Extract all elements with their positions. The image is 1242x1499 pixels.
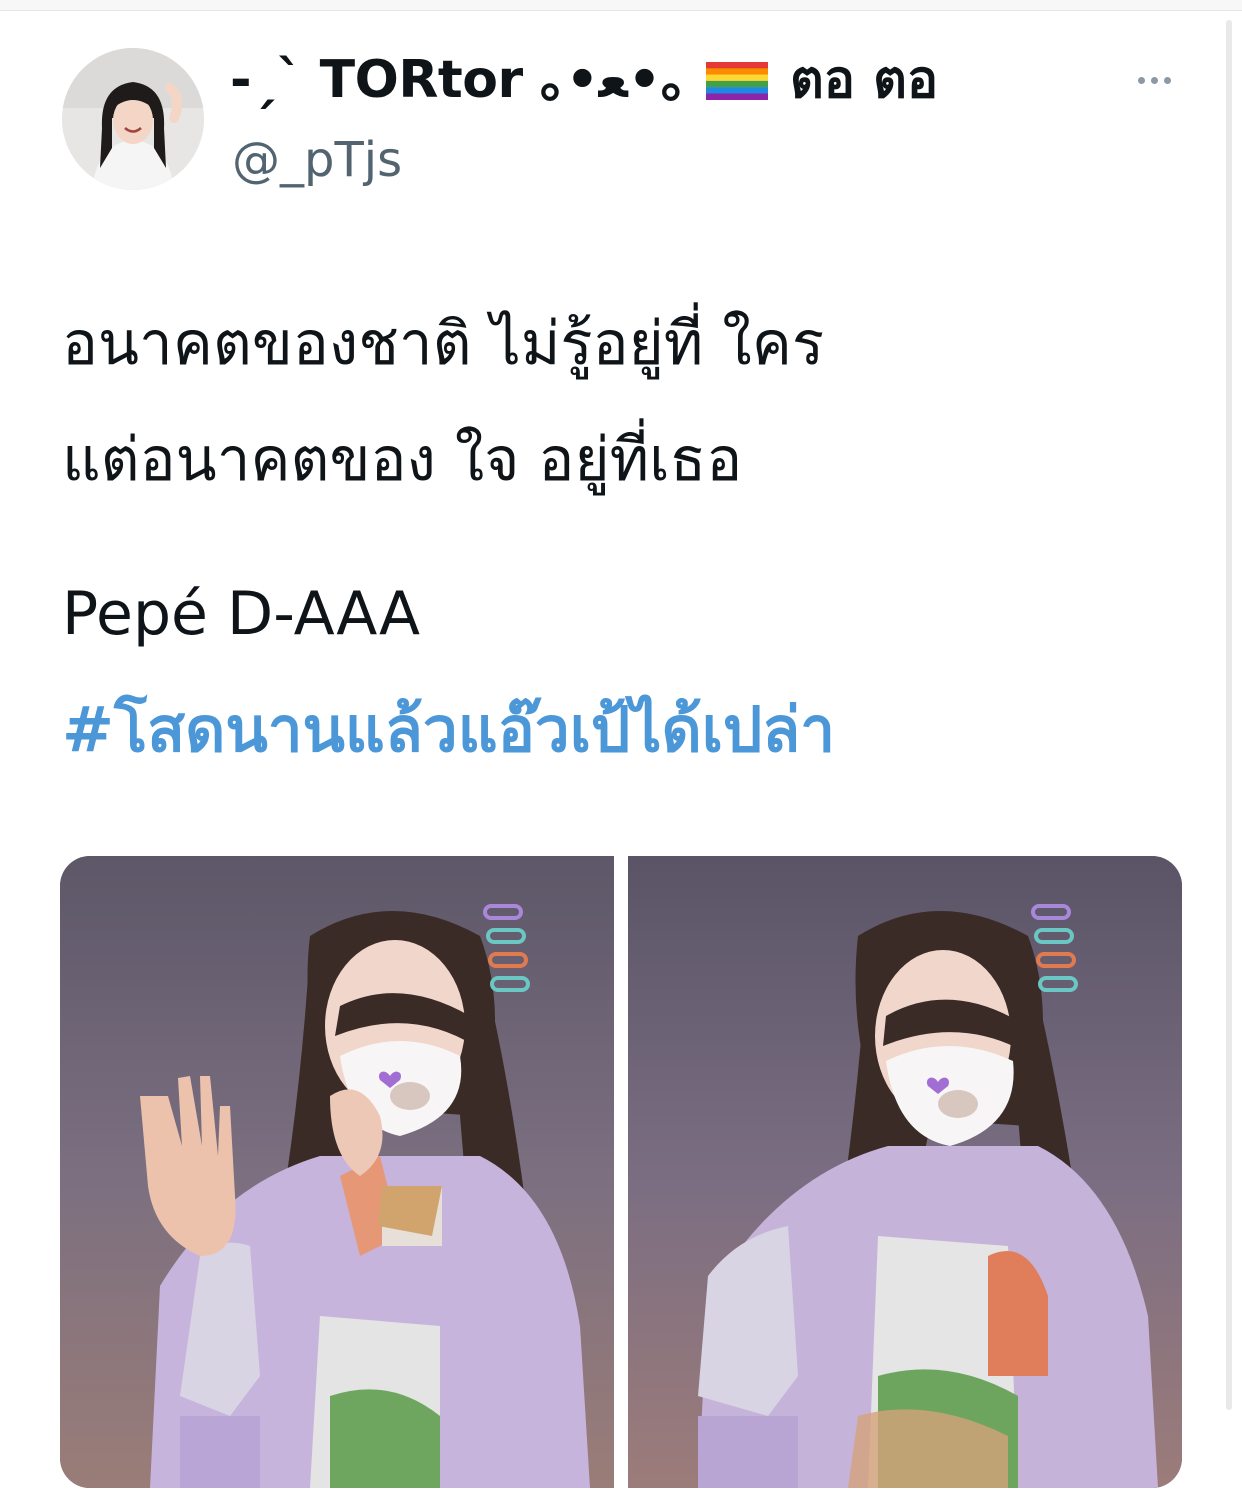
author-display-name[interactable]: -ˏˋ TORtor ｡•ﻌ•｡ [230,48,687,112]
author-display-name-suffix[interactable]: ตอ ตอ [790,48,938,112]
rainbow-flag-icon [706,62,768,100]
more-options-button[interactable] [1126,60,1182,100]
avatar-photo-icon [62,48,204,190]
author-handle[interactable]: @_pTjs [232,130,402,190]
more-horizontal-icon-dot [1163,76,1171,84]
photo-girl-waving-icon [60,856,614,1488]
more-horizontal-icon [1137,76,1145,84]
tweet-text-line: Pepé D-AAA [62,579,421,649]
top-divider [0,0,1242,11]
photo-girl-smiling-icon [628,856,1182,1488]
tweet-text-line: แต่อนาคตของ ใจ อยู่ที่เธอ [62,425,743,495]
scrollbar[interactable] [1226,20,1232,1410]
author-avatar[interactable] [62,48,204,190]
more-horizontal-icon-dot [1150,76,1158,84]
media-photo-2[interactable] [628,856,1182,1488]
media-photo-1[interactable] [60,856,614,1488]
hashtag-link[interactable]: #โสดนานแล้วแอ๊วเป้ได้เปล่า [62,686,835,774]
tweet-text-line: อนาคตของชาติ ไม่รู้อยู่ที่ ใคร [62,309,825,379]
